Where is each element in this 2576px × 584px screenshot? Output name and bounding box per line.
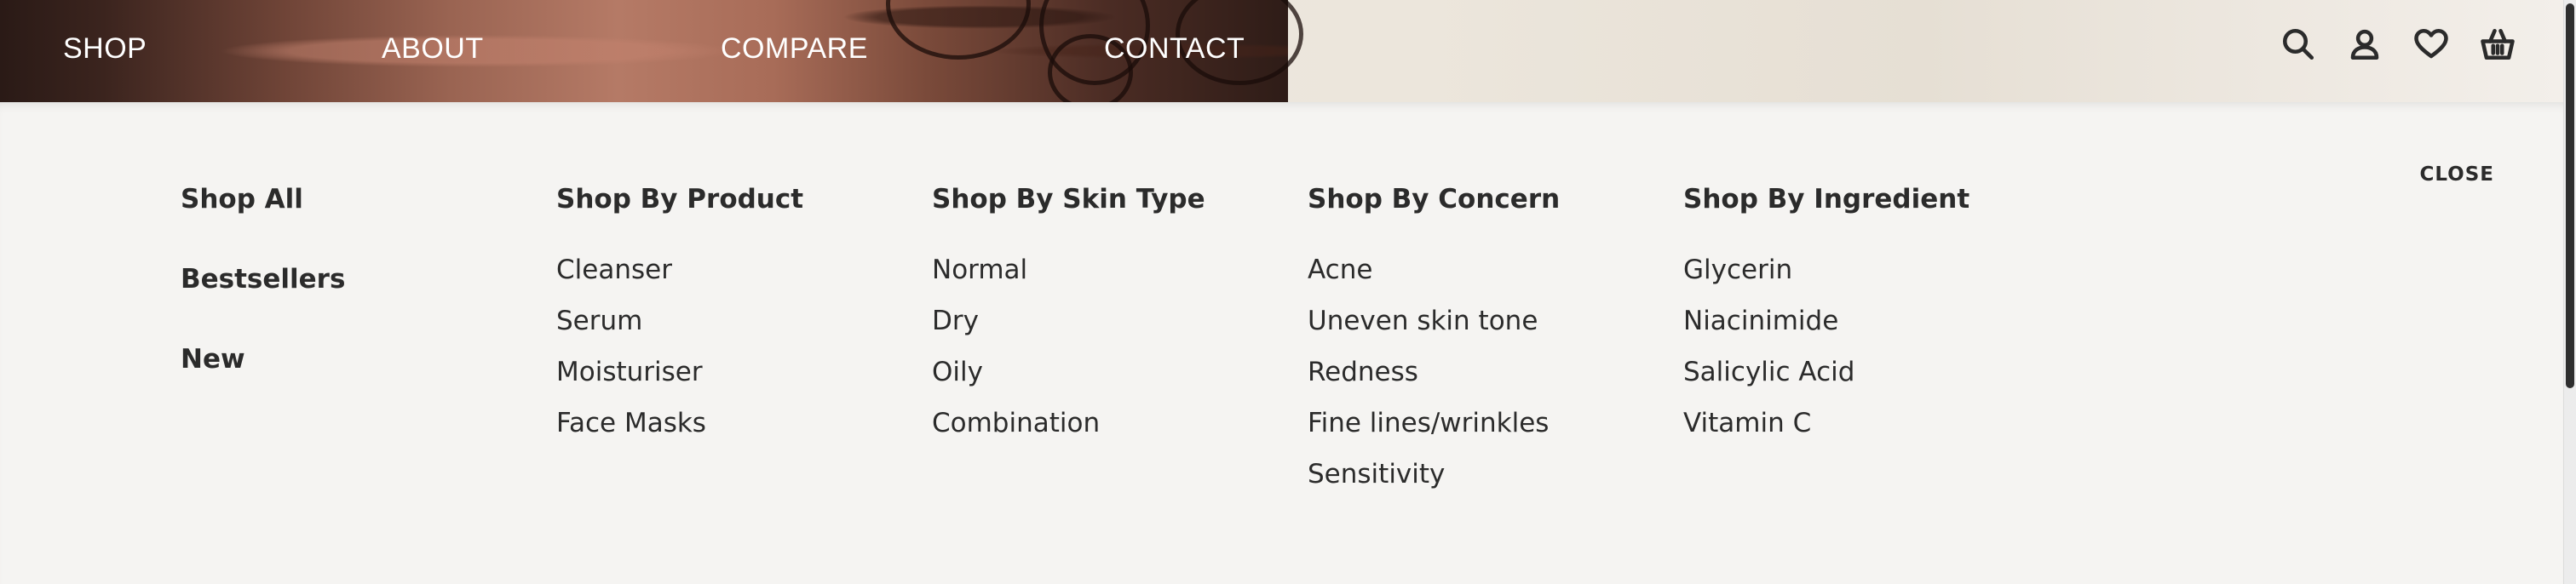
menu-link-vitamin-c[interactable]: Vitamin C xyxy=(1683,408,1969,438)
nav-link-about[interactable]: ABOUT xyxy=(382,32,484,66)
column-heading[interactable]: Shop By Concern xyxy=(1308,184,1560,215)
nav-link-contact[interactable]: CONTACT xyxy=(1104,32,1245,66)
shop-by-concern-column: Shop By Concern Acne Uneven skin tone Re… xyxy=(1308,184,1560,510)
shop-links-column: Shop All Bestsellers New xyxy=(181,184,345,424)
nav-link-shop[interactable]: SHOP xyxy=(63,32,147,66)
menu-link-cleanser[interactable]: Cleanser xyxy=(556,255,803,285)
menu-link-salicylic-acid[interactable]: Salicylic Acid xyxy=(1683,357,1969,387)
header-icons xyxy=(2280,26,2516,63)
main-nav: SHOP ABOUT COMPARE CONTACT xyxy=(0,0,1288,102)
close-button[interactable]: CLOSE xyxy=(2419,163,2494,186)
menu-link-fine-lines[interactable]: Fine lines/wrinkles xyxy=(1308,408,1560,438)
bestsellers-link[interactable]: Bestsellers xyxy=(181,264,345,295)
shop-all-link[interactable]: Shop All xyxy=(181,184,345,215)
scrollbar-thumb[interactable] xyxy=(2566,3,2574,388)
mega-menu: CLOSE Shop All Bestsellers New Shop By P… xyxy=(0,102,2564,584)
new-link[interactable]: New xyxy=(181,344,345,375)
menu-link-sensitivity[interactable]: Sensitivity xyxy=(1308,459,1560,490)
menu-link-glycerin[interactable]: Glycerin xyxy=(1683,255,1969,285)
column-heading[interactable]: Shop By Ingredient xyxy=(1683,184,1969,215)
nav-link-compare[interactable]: COMPARE xyxy=(721,32,868,66)
shop-by-product-column: Shop By Product Cleanser Serum Moisturis… xyxy=(556,184,803,459)
shop-by-skin-type-column: Shop By Skin Type Normal Dry Oily Combin… xyxy=(932,184,1205,459)
wishlist-heart-icon[interactable] xyxy=(2412,26,2450,63)
menu-link-moisturiser[interactable]: Moisturiser xyxy=(556,357,803,387)
account-icon[interactable] xyxy=(2346,26,2383,63)
page-scrollbar[interactable] xyxy=(2563,0,2576,584)
shop-by-ingredient-column: Shop By Ingredient Glycerin Niacinimide … xyxy=(1683,184,1969,459)
menu-link-normal[interactable]: Normal xyxy=(932,255,1205,285)
menu-link-combination[interactable]: Combination xyxy=(932,408,1205,438)
menu-link-niacinimide[interactable]: Niacinimide xyxy=(1683,306,1969,336)
search-icon[interactable] xyxy=(2280,26,2317,63)
column-heading[interactable]: Shop By Skin Type xyxy=(932,184,1205,215)
menu-link-redness[interactable]: Redness xyxy=(1308,357,1560,387)
menu-link-serum[interactable]: Serum xyxy=(556,306,803,336)
site-header: SHOP ABOUT COMPARE CONTACT xyxy=(0,0,2564,102)
menu-link-face-masks[interactable]: Face Masks xyxy=(556,408,803,438)
menu-link-oily[interactable]: Oily xyxy=(932,357,1205,387)
menu-link-uneven-skin-tone[interactable]: Uneven skin tone xyxy=(1308,306,1560,336)
menu-link-acne[interactable]: Acne xyxy=(1308,255,1560,285)
menu-link-dry[interactable]: Dry xyxy=(932,306,1205,336)
basket-icon[interactable] xyxy=(2479,26,2516,63)
column-heading[interactable]: Shop By Product xyxy=(556,184,803,215)
